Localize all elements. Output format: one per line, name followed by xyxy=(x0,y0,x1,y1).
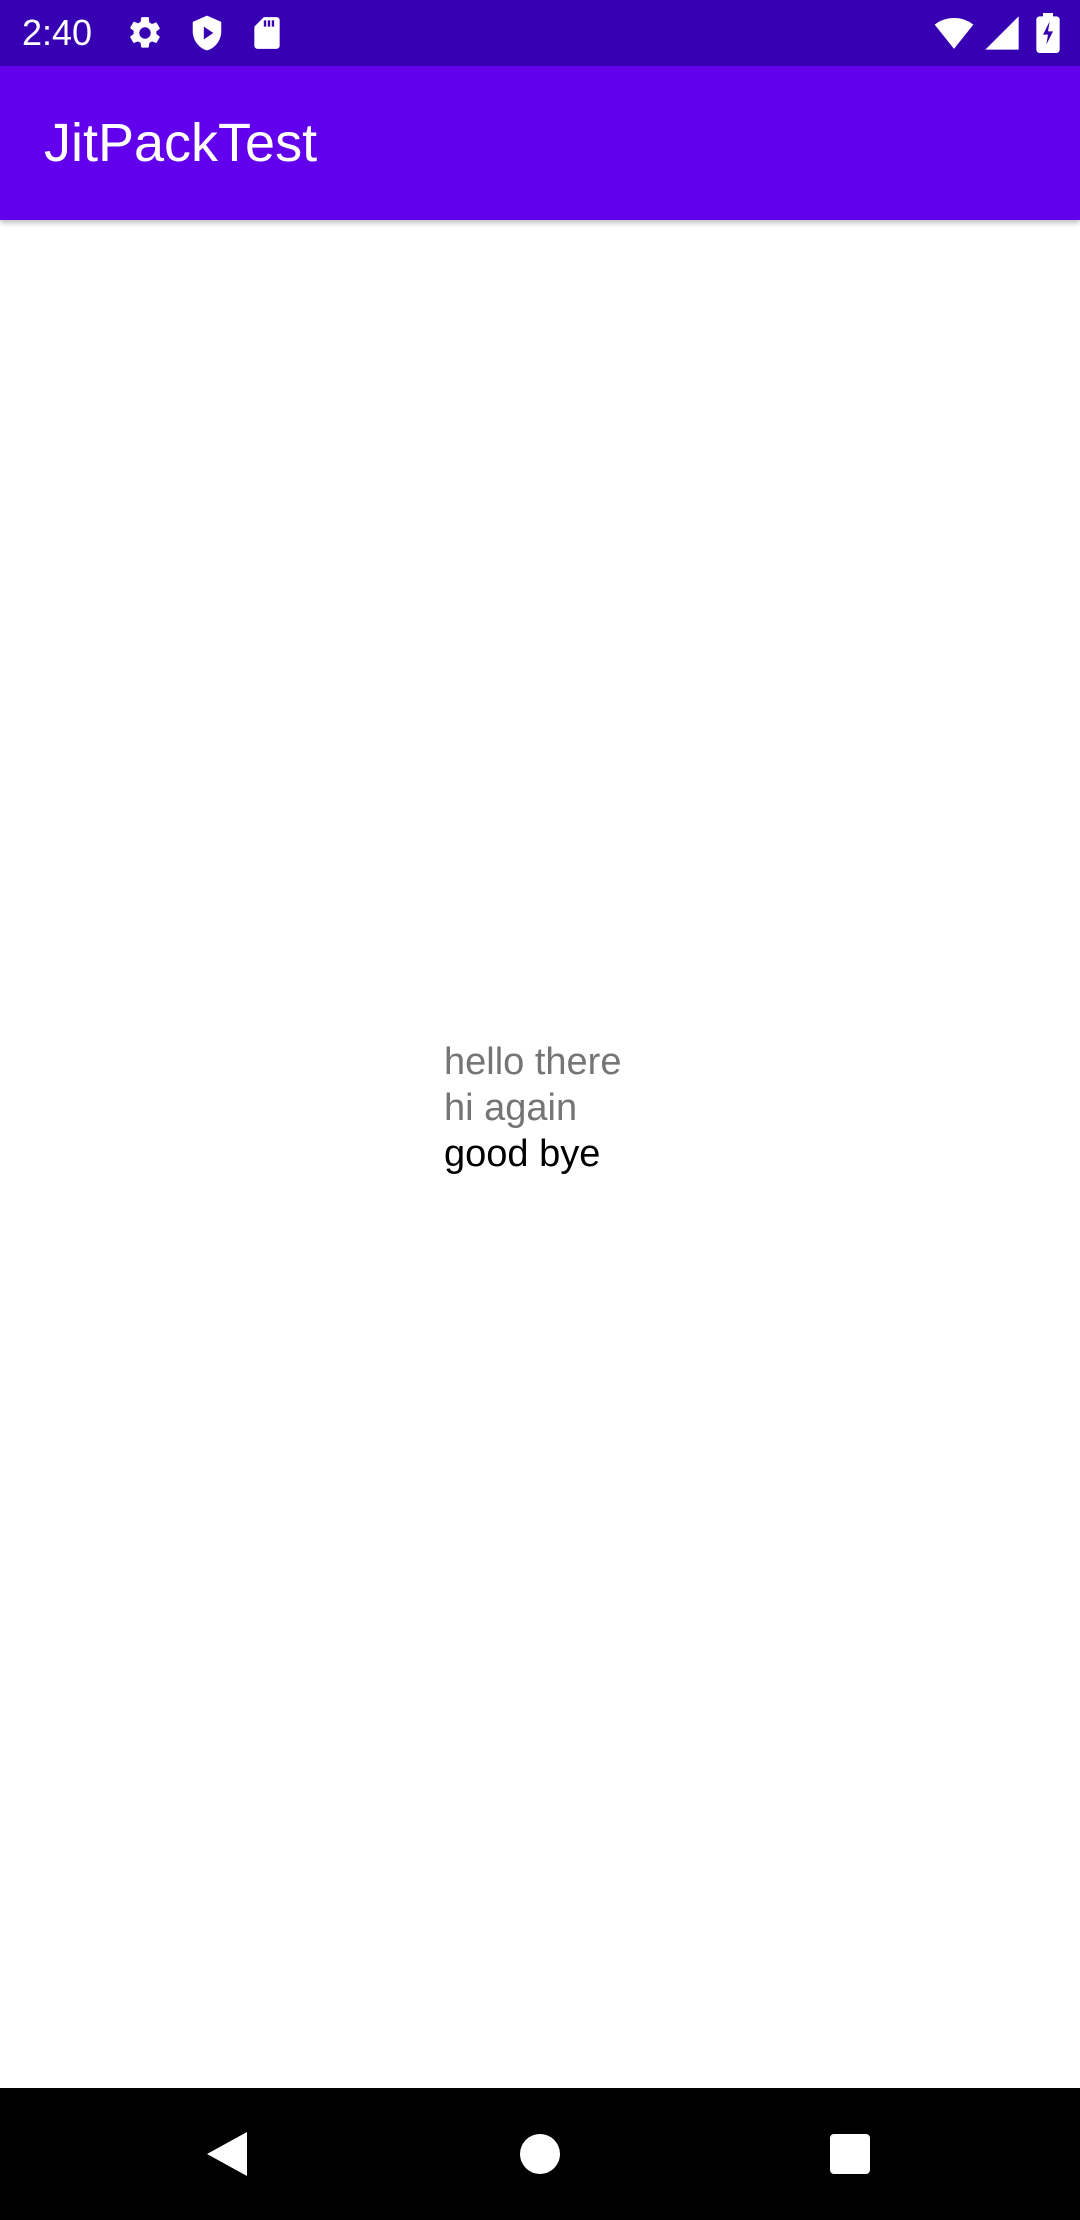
recents-icon xyxy=(830,2134,870,2174)
home-icon xyxy=(520,2134,560,2174)
hi-again-text: hi again xyxy=(444,1087,578,1129)
app-title: JitPackTest xyxy=(44,113,318,173)
wifi-icon xyxy=(934,17,974,49)
cell-signal-icon xyxy=(985,16,1019,50)
home-button[interactable] xyxy=(465,2088,615,2220)
hello-text: hello there xyxy=(444,1041,622,1083)
status-time: 2:40 xyxy=(22,12,93,53)
app-screen: 2:40 JitPackTest hello there hi again go… xyxy=(0,0,1080,2220)
text-block: hello there hi again good bye xyxy=(444,1039,621,1177)
sd-card-icon xyxy=(254,17,280,49)
navigation-bar xyxy=(0,2088,1080,2220)
back-button[interactable] xyxy=(151,2088,301,2220)
app-bar: JitPackTest xyxy=(0,66,1080,220)
recents-button[interactable] xyxy=(775,2088,925,2220)
good-bye-text: good bye xyxy=(444,1133,601,1175)
play-protect-shield-icon xyxy=(192,15,222,51)
main-content: hello there hi again good bye xyxy=(0,220,1080,2088)
settings-gear-icon xyxy=(130,17,160,48)
battery-icon xyxy=(1036,13,1060,53)
back-icon xyxy=(207,2132,247,2176)
status-bar: 2:40 xyxy=(0,0,1080,66)
